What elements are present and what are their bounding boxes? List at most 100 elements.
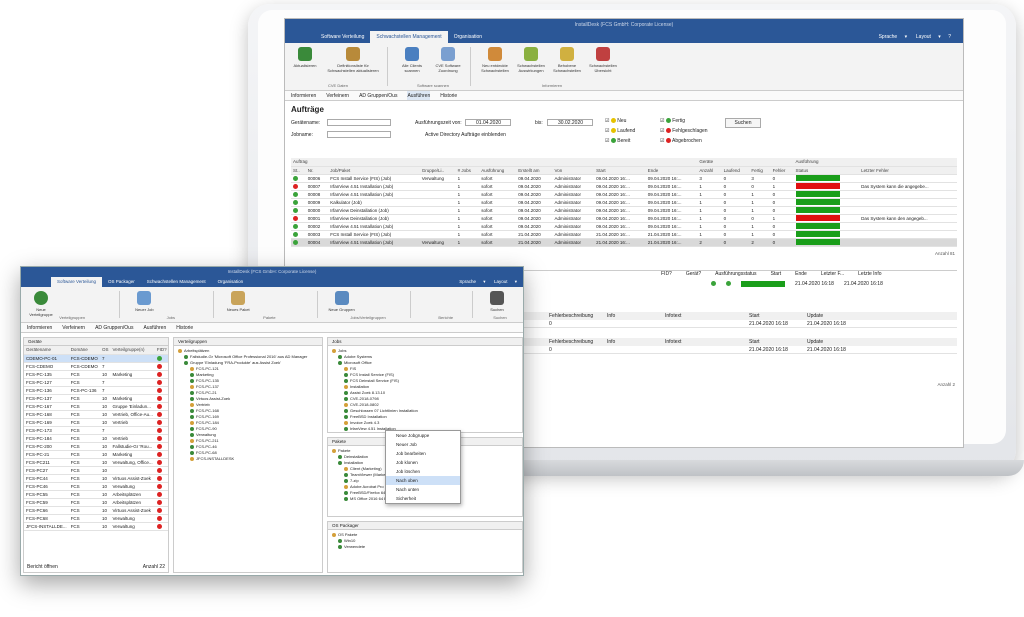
table-row[interactable]: FCS-PC68 FCS 10 Verwaltung	[24, 514, 168, 523]
new-vuln-button[interactable]: Neu entdeckte Schwachstellen	[479, 47, 511, 86]
update-definitions-button[interactable]: Definitionsliste für Schwachstellen aktu…	[325, 47, 381, 86]
date-to-input[interactable]: 30.02.2020	[547, 119, 593, 126]
ad-checkbox[interactable]: Active Directory Aufträge einblenden	[425, 132, 506, 138]
table-row[interactable]: FCS-PC44 FCS 10 Virtuos Assist-Zoek	[24, 474, 168, 483]
sub-column[interactable]: Update	[807, 312, 861, 320]
table-row[interactable]: 00004 IrfanView 4.51 Installation (Job) Ve…	[291, 238, 957, 247]
table-row[interactable]: FCS-PC-137 FCS 10 Marketing	[24, 394, 168, 403]
sub-row[interactable]: Fertig021.04.2020 16:1821.04.2020 16:18	[491, 346, 957, 354]
table-row[interactable]: FCS-CDEMO FCS-CDEMO 7	[24, 362, 168, 371]
tab-schwachstellen[interactable]: Schwachstellen Management	[370, 31, 448, 43]
column-header[interactable]: Von	[552, 166, 595, 175]
scan-all-button[interactable]: Alle Clients scannen	[396, 47, 428, 86]
search-button[interactable]: Suchen	[481, 291, 513, 318]
table-row[interactable]: 00002 IrfanView 4.51 Installation (Job) 1 s…	[291, 222, 957, 231]
table-row[interactable]: FCS-PC-136 FCS-PC-136 7	[24, 386, 168, 395]
tab-software-verteilung[interactable]: Software Verteilung	[315, 31, 370, 43]
column-header[interactable]: St..	[291, 166, 306, 175]
sub-column[interactable]: Fehlerbeschreibung	[549, 312, 603, 320]
menu-sprache[interactable]: Sprache	[873, 34, 904, 40]
report-link[interactable]: Bericht öffnen	[27, 564, 58, 570]
column-header[interactable]: Gruppe/Li..	[419, 166, 456, 175]
column-header[interactable]: Letzter Fehler	[859, 166, 957, 175]
table-row[interactable]: FCS-PC211 FCS 10 Verwaltung, Office...	[24, 458, 168, 467]
table-row[interactable]: FCS-PC55 FCS 10 Arbeitsplätzen	[24, 490, 168, 499]
table-row[interactable]: FCS-PC-184 FCS 10 Vertrieb	[24, 434, 168, 443]
sub-column[interactable]: Infotext	[665, 312, 745, 320]
check-fehlgeschlagen[interactable]: ☑ Fehlgeschlagen	[660, 128, 715, 134]
column-header[interactable]: Domäne	[68, 346, 100, 355]
impact-button[interactable]: Schwachstellen Auswirkungen	[515, 47, 547, 86]
context-menu-item[interactable]: Job löschen	[386, 467, 460, 476]
sub-column[interactable]: Info	[607, 312, 661, 320]
context-menu-item[interactable]: Nach unten	[386, 485, 460, 494]
menu-layout[interactable]: Layout	[910, 34, 937, 40]
nav-ad[interactable]: AD Gruppen/Ous	[359, 91, 397, 100]
context-menu-item[interactable]: Neue Jobgruppe	[386, 431, 460, 440]
table-row[interactable]: FCS-PC46 FCS 10 Verwaltung	[24, 482, 168, 491]
table-row[interactable]: FCS-PC66 FCS 10 Virtuos Assist-Zoek	[24, 506, 168, 515]
table-row[interactable]: 00007 IrfanView 4.51 Installation (Job) 1 s…	[291, 182, 957, 191]
nav-verfeinern[interactable]: Verfeinern	[326, 91, 349, 100]
check-laufend[interactable]: ☑ Laufend	[605, 128, 660, 134]
sub-column[interactable]: Infotext	[665, 338, 745, 346]
nav-ausfuehren[interactable]: Ausführen	[143, 323, 166, 332]
job-input[interactable]	[327, 131, 391, 138]
date-from-input[interactable]: 01.04.2020	[465, 119, 511, 126]
table-row[interactable]: FCS-PC-127 FCS 7	[24, 378, 168, 387]
check-neu[interactable]: ☑ Neu	[605, 118, 660, 124]
column-header[interactable]: OS	[99, 346, 111, 355]
table-row[interactable]: JFCS-INSTALLDE... FCS 10 Verwaltung	[24, 522, 168, 531]
context-menu-item[interactable]: Job klonen	[386, 458, 460, 467]
column-header[interactable]: Ende	[645, 166, 698, 175]
sub-column[interactable]: Start	[749, 338, 803, 346]
table-row[interactable]: FCS-PC-169 FCS 10 Vertrieb	[24, 418, 168, 427]
tab-os-packager[interactable]: OS Packager	[102, 277, 141, 287]
tab-software-verteilung[interactable]: Software Verteilung	[51, 277, 103, 287]
sub-column[interactable]: Update	[807, 338, 861, 346]
column-header[interactable]: Laufend	[721, 166, 750, 175]
context-menu-item[interactable]: Neuer Job	[386, 440, 460, 449]
table-row[interactable]: FCS-PC-168 FCS 10 Vertrieb, Office-Au...	[24, 410, 168, 419]
new-groups-button[interactable]: Neue Gruppen	[326, 291, 358, 318]
column-header[interactable]: Start	[594, 166, 646, 175]
overview-button[interactable]: Schwachstellen Übersicht	[587, 47, 619, 86]
context-menu-item[interactable]: Job bearbeiten	[386, 449, 460, 458]
column-header[interactable]: Gerätename	[24, 346, 69, 355]
new-group-button[interactable]: Neue Verteilgruppe	[25, 291, 57, 318]
detail-column[interactable]: Start	[771, 271, 782, 277]
sub-column[interactable]: Start	[749, 312, 803, 320]
menu-layout[interactable]: Layout	[488, 279, 514, 284]
tab-schwachstellen[interactable]: Schwachstellen Management	[141, 277, 212, 287]
check-abgebrochen[interactable]: ☑ Abgebrochen	[660, 138, 715, 144]
tree-item[interactable]: Verwendete	[332, 544, 518, 550]
nav-informieren[interactable]: Informieren	[27, 323, 52, 332]
nav-historie[interactable]: Historie	[176, 323, 193, 332]
detail-column[interactable]: Ende	[795, 271, 807, 277]
column-header[interactable]: Job/Paket	[328, 166, 420, 175]
nav-historie[interactable]: Historie	[440, 91, 457, 100]
menu-sprache[interactable]: Sprache	[453, 279, 482, 284]
column-header[interactable]: Anzahl	[697, 166, 722, 175]
detail-column[interactable]: Ausführungsstatus	[715, 271, 756, 277]
column-header[interactable]: Ausführung	[479, 166, 517, 175]
search-button[interactable]: Suchen	[725, 118, 761, 128]
sub-column[interactable]: Info	[607, 338, 661, 346]
table-row[interactable]: CDEMO-PC-01 FCS-CDEMO 7	[24, 354, 168, 363]
column-header[interactable]: Fehler	[770, 166, 794, 175]
column-header[interactable]: # Jobs	[455, 166, 480, 175]
nav-verfeinern[interactable]: Verfeinern	[62, 323, 85, 332]
detail-column[interactable]: FID?	[661, 271, 672, 277]
column-header[interactable]: Verteilgruppe(n)	[110, 346, 155, 355]
fixed-button[interactable]: Behobene Schwachstellen	[551, 47, 583, 86]
context-menu-item[interactable]: Nach oben	[386, 476, 460, 485]
tree-item[interactable]: JFCS-INSTALLDESK	[178, 456, 318, 462]
table-row[interactable]: FCS-PC27 FCS 10	[24, 466, 168, 475]
cve-mapping-button[interactable]: CVE Software Zuordnung	[432, 47, 464, 86]
table-row[interactable]: FCS-PC59 FCS 10 Arbeitsplätzen	[24, 498, 168, 507]
new-package-button[interactable]: Neues Paket	[222, 291, 254, 318]
table-row[interactable]: FCS-PC-200 FCS 10 Fallstudie-Gr 'Rou...	[24, 442, 168, 451]
device-input[interactable]	[327, 119, 391, 126]
table-row[interactable]: 00001 IrfanView Deinstallation (Job) 1 sofo…	[291, 214, 957, 223]
new-job-button[interactable]: Neuer Job	[128, 291, 160, 318]
